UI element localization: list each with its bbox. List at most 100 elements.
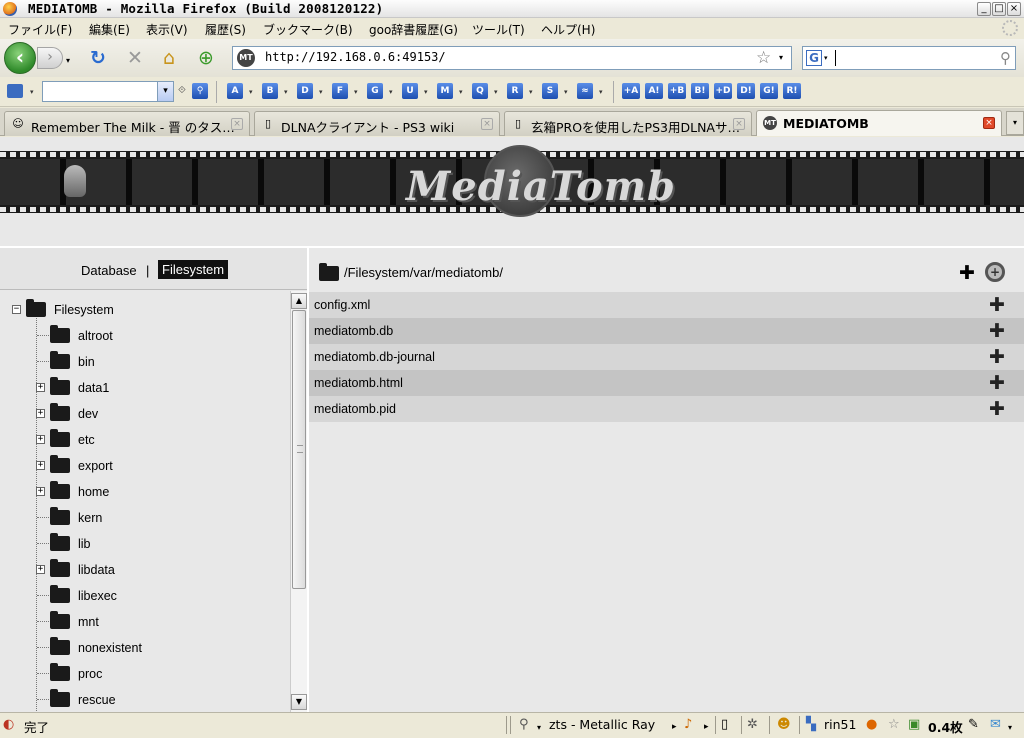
collapse-icon[interactable]: −	[12, 305, 21, 314]
tree-scrollbar[interactable]: ▲ ▼	[290, 291, 307, 712]
file-row[interactable]: mediatomb.pid ✚	[309, 396, 1024, 422]
tree-node-label[interactable]: kern	[78, 511, 102, 525]
close-tab-icon[interactable]: ×	[983, 117, 995, 129]
menu-tools[interactable]: ツール(T)	[472, 21, 525, 38]
close-tab-icon[interactable]: ×	[733, 118, 745, 130]
list-all-tabs-button[interactable]: ▾	[1006, 111, 1024, 135]
toolbar-button-s-dropdown-icon[interactable]: ▾	[564, 88, 568, 96]
tree-node-label[interactable]: home	[78, 485, 109, 499]
tree-node-label[interactable]: rescue	[78, 693, 116, 707]
toolbar-button-r[interactable]: R	[507, 83, 523, 99]
toolbar-search-button[interactable]: ⚲	[192, 83, 208, 99]
toolbar-button-f-dropdown-icon[interactable]: ▾	[354, 88, 358, 96]
tree-node-label[interactable]: nonexistent	[78, 641, 142, 655]
toolbar-button-r-bang[interactable]: R!	[783, 83, 801, 99]
tree-node-label[interactable]: export	[78, 459, 113, 473]
toolbar-logo-dropdown-icon[interactable]: ▾	[30, 88, 34, 96]
tree-node-label[interactable]: dev	[78, 407, 98, 421]
menu-edit[interactable]: 編集(E)	[89, 21, 130, 38]
file-row[interactable]: config.xml ✚	[309, 292, 1024, 318]
toolbar-button-b-bang[interactable]: B!	[691, 83, 709, 99]
home-icon[interactable]: ⌂	[163, 49, 175, 68]
forward-button[interactable]: ›	[37, 47, 63, 69]
document-icon[interactable]: ▯	[721, 718, 728, 732]
file-row[interactable]: mediatomb.html ✚	[309, 370, 1024, 396]
toolbar-button-b-dropdown-icon[interactable]: ▾	[284, 88, 288, 96]
close-tab-icon[interactable]: ×	[231, 118, 243, 130]
search-engine-dropdown-icon[interactable]: ▾	[824, 54, 828, 62]
toolbar-button-d-dropdown-icon[interactable]: ▾	[319, 88, 323, 96]
toolbar-button-g[interactable]: G	[367, 83, 383, 99]
expand-icon[interactable]: +	[36, 409, 45, 418]
new-tab-icon[interactable]: ⊕	[198, 49, 214, 68]
search-icon[interactable]: ⚲	[519, 718, 529, 732]
monkey-icon[interactable]: ☻	[777, 718, 791, 732]
edit-icon[interactable]: ✎	[968, 718, 979, 732]
chevron-down-icon[interactable]: ▾	[537, 721, 541, 735]
toolbar-button-add-d[interactable]: +D	[714, 83, 732, 99]
chevron-down-icon[interactable]: ▾	[1008, 721, 1012, 735]
expand-icon[interactable]: +	[36, 461, 45, 470]
tab-dlna-client-ps3-wiki[interactable]: ▯ DLNAクライアント - PS3 wiki ×	[254, 111, 500, 136]
add-file-button[interactable]: ✚	[989, 372, 1005, 394]
expand-icon[interactable]: +	[36, 487, 45, 496]
scroll-down-button[interactable]: ▼	[291, 694, 307, 710]
expand-icon[interactable]: +	[36, 435, 45, 444]
add-folder-button[interactable]: ✚	[959, 262, 975, 284]
tree-node-label[interactable]: altroot	[78, 329, 113, 343]
music-icon[interactable]: ♪	[684, 718, 692, 732]
toolbar-button-g-bang[interactable]: G!	[760, 83, 778, 99]
search-input[interactable]	[835, 50, 836, 66]
menu-goo-dictionary-history[interactable]: goo辞書履歴(G)	[369, 21, 458, 38]
menu-file[interactable]: ファイル(F)	[8, 21, 72, 38]
site-identity-icon[interactable]: MT	[237, 49, 255, 67]
tree-node-label[interactable]: lib	[78, 537, 91, 551]
tree-node-label[interactable]: Filesystem	[54, 303, 114, 317]
scroll-thumb[interactable]	[292, 310, 306, 589]
tab-mediatomb[interactable]: MT MEDIATOMB ×	[756, 110, 1002, 136]
filesystem-link[interactable]: Filesystem	[158, 260, 229, 279]
tree-node-label[interactable]: proc	[78, 667, 102, 681]
toolbar-button-s[interactable]: S	[542, 83, 558, 99]
toolbar-button-add-a[interactable]: +A	[622, 83, 640, 99]
toolbar-button-f[interactable]: F	[332, 83, 348, 99]
toolbar-button-m-dropdown-icon[interactable]: ▾	[459, 88, 463, 96]
menu-bookmarks[interactable]: ブックマーク(B)	[263, 21, 353, 38]
close-window-button[interactable]: ×	[1007, 2, 1021, 16]
user-icon[interactable]: ▚	[806, 718, 816, 732]
tree-node-label[interactable]: bin	[78, 355, 95, 369]
expand-icon[interactable]: +	[36, 565, 45, 574]
theme-name[interactable]: zts - Metallic Ray	[549, 717, 655, 732]
toolbar-button-u-dropdown-icon[interactable]: ▾	[424, 88, 428, 96]
toolbar-button-m[interactable]: M	[437, 83, 453, 99]
scroll-up-button[interactable]: ▲	[291, 293, 307, 309]
tab-kurobako-pro-dlna[interactable]: ▯ 玄箱PROを使用したPS3用DLNAサ… ×	[504, 111, 752, 136]
toolbar-button-a[interactable]: A	[227, 83, 243, 99]
toolbar-button-d-bang[interactable]: D!	[737, 83, 755, 99]
theme-play-icon[interactable]: ▸	[672, 720, 677, 734]
menu-history[interactable]: 履歴(S)	[205, 21, 246, 38]
reload-icon[interactable]: ↻	[90, 49, 106, 68]
file-row[interactable]: mediatomb.db ✚	[309, 318, 1024, 344]
toolbar-chart-dropdown-icon[interactable]: ▾	[599, 88, 603, 96]
url-dropdown-icon[interactable]: ▾	[779, 53, 783, 62]
tree-node-label[interactable]: libexec	[78, 589, 117, 603]
firefox-status-icon[interactable]: ●	[866, 718, 877, 732]
add-autoscan-button[interactable]: +	[985, 262, 1005, 282]
search-icon[interactable]: ⚲	[1000, 49, 1011, 67]
chevron-down-icon[interactable]: ▾	[157, 82, 173, 101]
twitter-icon[interactable]: ✉	[990, 718, 1001, 732]
close-tab-icon[interactable]: ×	[481, 118, 493, 130]
toolbar-search-select[interactable]: ▾	[42, 81, 174, 102]
toolbar-button-a-dropdown-icon[interactable]: ▾	[249, 88, 253, 96]
toolbar-logo-icon[interactable]	[7, 84, 23, 98]
site-info-icon[interactable]: ◐	[3, 718, 14, 732]
database-link[interactable]: Database	[81, 263, 137, 278]
toolbar-chart-button[interactable]: ≈	[577, 83, 593, 99]
star-icon[interactable]: ☆	[888, 718, 900, 732]
tab-remember-the-milk[interactable]: ☺ Remember The Milk - 晋 のタス… ×	[4, 111, 250, 136]
add-file-button[interactable]: ✚	[989, 294, 1005, 316]
toolbar-button-d[interactable]: D	[297, 83, 313, 99]
toolbar-button-q-dropdown-icon[interactable]: ▾	[494, 88, 498, 96]
tree-node-label[interactable]: libdata	[78, 563, 115, 577]
